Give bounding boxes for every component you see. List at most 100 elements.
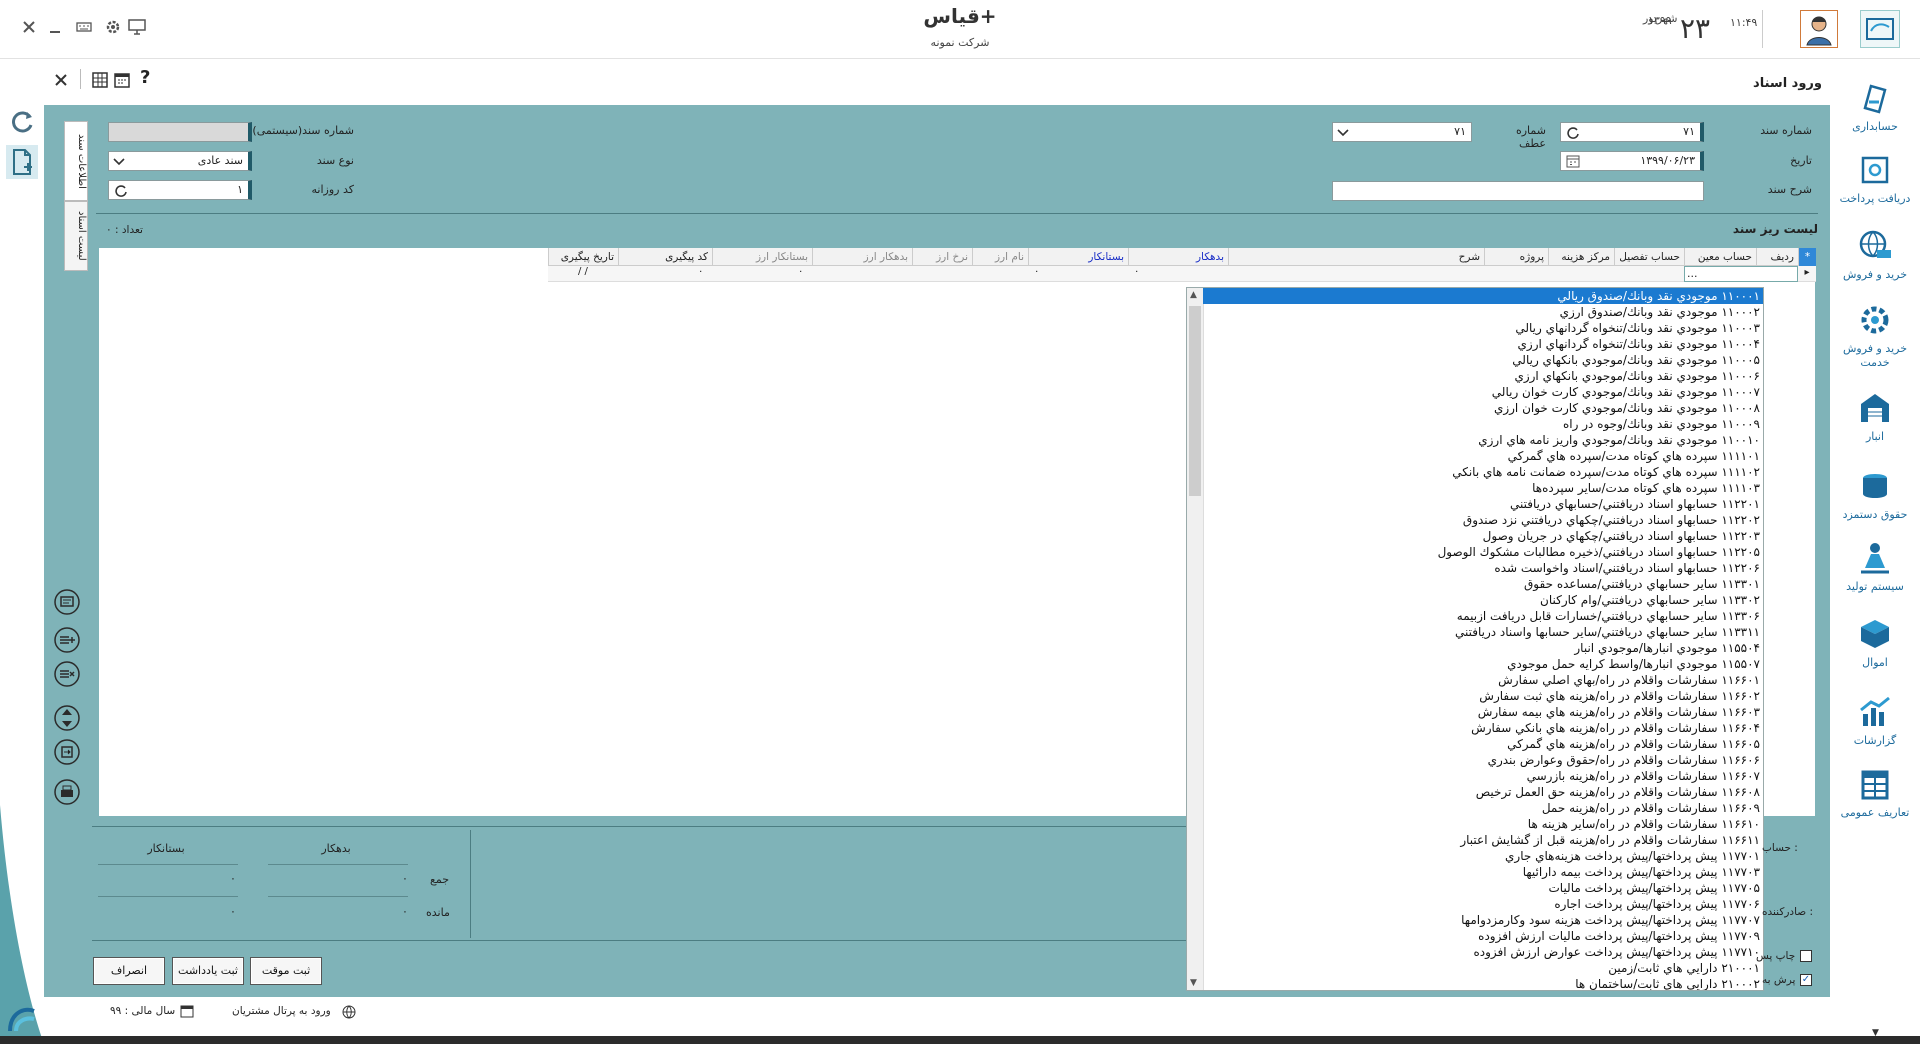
col-follow-code[interactable]: کد پیگیری	[618, 248, 712, 266]
sidebar-item[interactable]: حسابداری	[1830, 78, 1920, 134]
dropdown-item[interactable]: ۱۱۶۶۰۱ سفارشات واقلام در راه/بهاي اصلي س…	[1203, 672, 1763, 688]
dropdown-item[interactable]: ۱۱۱۱۰۳ سپرده هاي كوتاه مدت/ساير سپرده‌ها	[1203, 480, 1763, 496]
col-project[interactable]: پروژه	[1484, 248, 1548, 266]
dropdown-item[interactable]: ۱۱۰۰۰۸ موجودي نقد وبانك/موجودي كارت خوان…	[1203, 400, 1763, 416]
dropdown-item[interactable]: ۱۱۵۵۰۴ موجودي انبارها/موجودي انبار	[1203, 640, 1763, 656]
col-ledger[interactable]: حساب معین	[1684, 248, 1756, 266]
dropdown-item[interactable]: ۱۱۱۱۰۲ سپرده هاي كوتاه مدت/سپرده ضمانت ن…	[1203, 464, 1763, 480]
dropdown-item[interactable]: ۱۱۰۰۰۴ موجودي نقد وبانك/تنخواه گردانهاي …	[1203, 336, 1763, 352]
monitor-icon[interactable]	[128, 19, 146, 35]
dropdown-item[interactable]: ۱۱۷۷۰۳ پيش پرداختها/پيش پرداخت بيمه دارا…	[1203, 864, 1763, 880]
calendar-icon[interactable]	[114, 72, 130, 88]
description-input[interactable]	[1332, 181, 1704, 201]
sidebar-item[interactable]: خرید و فروش	[1830, 226, 1920, 282]
help-icon[interactable]: ?	[140, 67, 150, 88]
jump-to-checkbox[interactable]: ✓	[1800, 974, 1812, 986]
print-icon[interactable]	[54, 779, 80, 805]
sidebar-item[interactable]: خرید و فروش خدمت	[1830, 300, 1920, 370]
col-description[interactable]: شرح	[1228, 248, 1484, 266]
cancel-button[interactable]: انصراف	[93, 957, 165, 985]
sidebar-item[interactable]: تعاریف عمومی	[1830, 764, 1920, 820]
dropdown-item[interactable]: ۱۱۰۰۰۱ موجودي نقد وبانك/صندوق ريالي	[1203, 288, 1763, 304]
scroll-down-icon[interactable]: ▼	[1190, 978, 1197, 988]
print-after-checkbox[interactable]	[1800, 950, 1812, 962]
sidebar-item[interactable]: گزارشات	[1830, 692, 1920, 748]
keyboard-icon[interactable]	[76, 20, 92, 34]
dropdown-item[interactable]: ۱۱۶۶۰۷ سفارشات واقلام در راه/هزينه بازرس…	[1203, 768, 1763, 784]
sidebar-item[interactable]: سیستم تولید	[1830, 538, 1920, 594]
dropdown-item[interactable]: ۱۱۳۳۱۱ ساير حسابهاي دريافتني/ساير حسابها…	[1203, 624, 1763, 640]
move-up-down-icon[interactable]	[54, 705, 80, 731]
col-credit-fx[interactable]: بستانکار ارز	[712, 248, 812, 266]
dropdown-item[interactable]: ۱۱۷۷۰۱ پيش پرداختها/پيش پرداخت هزينه‌هاي…	[1203, 848, 1763, 864]
dropdown-item[interactable]: ۱۱۶۶۱۰ سفارشات واقلام در راه/ساير هزينه …	[1203, 816, 1763, 832]
tab-document-list[interactable]: لیست اسناد	[64, 201, 88, 271]
add-row-icon[interactable]	[54, 627, 80, 653]
new-document-icon[interactable]	[6, 145, 38, 179]
dropdown-item[interactable]: ۱۱۶۶۰۳ سفارشات واقلام در راه/هزينه هاي ب…	[1203, 704, 1763, 720]
notes-icon[interactable]	[54, 589, 80, 615]
scroll-thumb[interactable]	[1189, 306, 1201, 496]
ledger-cell-input[interactable]: ...	[1684, 266, 1798, 282]
dropdown-item[interactable]: ۱۱۳۳۰۱ ساير حسابهاي دريافتني/مساعده حقوق	[1203, 576, 1763, 592]
refresh-icon[interactable]	[10, 109, 36, 135]
settings-icon[interactable]	[104, 18, 122, 36]
sidebar-item[interactable]: انبار	[1830, 388, 1920, 444]
temp-save-button[interactable]: ثبت موقت	[250, 957, 322, 985]
globe-icon[interactable]	[342, 1005, 356, 1019]
sidebar-item[interactable]: دریافت پرداخت	[1830, 150, 1920, 206]
col-credit[interactable]: بستانکار	[1028, 248, 1128, 266]
dropdown-item[interactable]: ۱۱۰۰۰۷ موجودي نقد وبانك/موجودي كارت خوان…	[1203, 384, 1763, 400]
minimize-icon[interactable]	[48, 20, 62, 34]
table-row[interactable]: ▸ ... ۰ ۰ ۰ ۰ / /	[548, 266, 1816, 282]
dropdown-item[interactable]: ۱۱۰۰۰۲ موجودي نقد وبانك/صندوق ارزي	[1203, 304, 1763, 320]
portal-link[interactable]: ورود به پرتال مشتریان	[232, 1005, 331, 1017]
dropdown-item[interactable]: ۱۱۰۰۰۵ موجودي نقد وبانك/موجودي بانكهاي ر…	[1203, 352, 1763, 368]
dropdown-item[interactable]: ۱۱۶۶۱۱ سفارشات واقلام در راه/هزينه قبل ا…	[1203, 832, 1763, 848]
dropdown-item[interactable]: ۱۱۲۲۰۶ حسابهاو اسناد دريافتني/اسناد واخو…	[1203, 560, 1763, 576]
calculator-icon[interactable]	[92, 72, 108, 88]
note-save-button[interactable]: ثبت يادداشت	[172, 957, 244, 985]
col-row[interactable]: ردیف	[1756, 248, 1798, 266]
col-currency[interactable]: نام ارز	[972, 248, 1028, 266]
tab-document-info[interactable]: اطلاعات سند	[64, 121, 88, 201]
delete-row-icon[interactable]	[54, 661, 80, 687]
dropdown-item[interactable]: ۲۱۰۰۰۱ دارايي هاي ثابت/زمين	[1203, 960, 1763, 976]
dropdown-item[interactable]: ۱۱۷۷۰۷ پيش پرداختها/پيش پرداخت هزينه سود…	[1203, 912, 1763, 928]
avatar[interactable]	[1800, 10, 1838, 48]
col-debit-fx[interactable]: بدهکار ارز	[812, 248, 912, 266]
calendar-icon[interactable]	[1566, 155, 1580, 168]
ref-number-select[interactable]: ۷۱	[1332, 122, 1472, 142]
dropdown-item[interactable]: ۱۱۶۶۰۴ سفارشات واقلام در راه/هزينه هاي ب…	[1203, 720, 1763, 736]
col-follow-date[interactable]: تاریخ پیگیری	[548, 248, 618, 266]
dropdown-item[interactable]: ۱۱۷۷۱۰ پيش پرداختها/پيش پرداخت عوارض ارز…	[1203, 944, 1763, 960]
dropdown-item[interactable]: ۱۱۲۲۰۳ حسابهاو اسناد دريافتني/چكهاي در ج…	[1203, 528, 1763, 544]
dropdown-item[interactable]: ۱۱۷۷۰۹ پيش پرداختها/پيش پرداخت ماليات ار…	[1203, 928, 1763, 944]
transfer-icon[interactable]	[54, 739, 80, 765]
account-dropdown[interactable]: ▲ ▼ ۱۱۰۰۰۱ موجودي نقد وبانك/صندوق ريالي ۱…	[1186, 287, 1764, 991]
sidebar-item[interactable]: حقوق دستمزد	[1830, 466, 1920, 522]
close-icon[interactable]	[22, 20, 36, 34]
dropdown-item[interactable]: ۱۱۷۷۰۶ پيش پرداختها/پيش پرداخت اجاره	[1203, 896, 1763, 912]
scroll-up-icon[interactable]: ▲	[1190, 290, 1197, 300]
dropdown-item[interactable]: ۱۱۶۶۰۸ سفارشات واقلام در راه/هزينه حق ال…	[1203, 784, 1763, 800]
refresh-icon[interactable]	[1567, 126, 1580, 139]
col-rate[interactable]: نرخ ارز	[912, 248, 972, 266]
col-detail-account[interactable]: حساب تفصیل	[1614, 248, 1684, 266]
dropdown-item[interactable]: ۱۱۳۳۰۲ ساير حسابهاي دريافتني/وام كاركنان	[1203, 592, 1763, 608]
col-cost-center[interactable]: مرکز هزینه	[1548, 248, 1614, 266]
date-field[interactable]: ۱۳۹۹/۰۶/۲۳	[1560, 151, 1704, 171]
doc-number-field[interactable]: ۷۱	[1560, 122, 1704, 142]
doc-type-select[interactable]: سند عادی	[108, 151, 252, 171]
dropdown-item[interactable]: ۱۱۶۶۰۲ سفارشات واقلام در راه/هزينه هاي ث…	[1203, 688, 1763, 704]
dropdown-item[interactable]: ۱۱۲۲۰۱ حسابهاو اسناد دريافتني/حسابهاي در…	[1203, 496, 1763, 512]
refresh-icon[interactable]	[115, 184, 128, 197]
dropdown-item[interactable]: ۱۱۶۶۰۶ سفارشات واقلام در راه/حقوق وعوارض…	[1203, 752, 1763, 768]
dropdown-item[interactable]: ۱۱۲۲۰۵ حسابهاو اسناد دريافتني/ذخيره مطال…	[1203, 544, 1763, 560]
daily-code-field[interactable]: ۱	[108, 180, 252, 200]
dropdown-item[interactable]: ۲۱۰۰۰۲ دارايي هاي ثابت/ساختمان ها	[1203, 976, 1763, 990]
dropdown-item[interactable]: ۱۱۰۰۰۹ موجودي نقد وبانك/وجوه در راه	[1203, 416, 1763, 432]
select-all-icon[interactable]: *	[1798, 248, 1816, 266]
dropdown-item[interactable]: ۱۱۷۷۰۵ پيش پرداختها/پيش پرداخت ماليات	[1203, 880, 1763, 896]
dropdown-item[interactable]: ۱۱۳۳۰۶ ساير حسابهاي دريافتني/خسارات قابل…	[1203, 608, 1763, 624]
